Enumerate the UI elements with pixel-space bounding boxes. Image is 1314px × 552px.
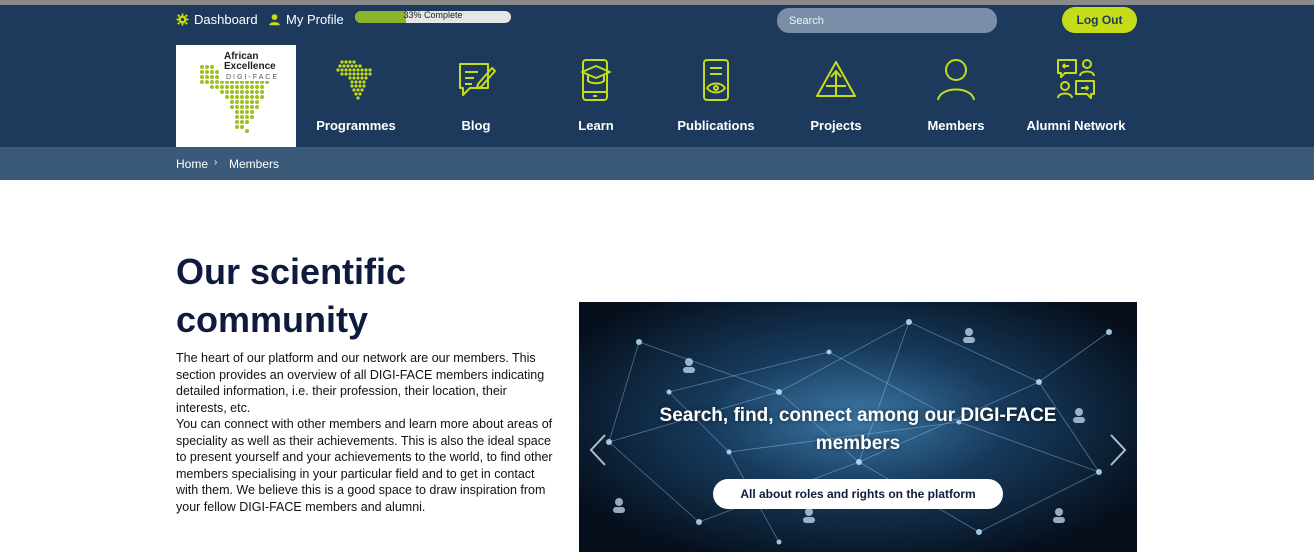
- search-input[interactable]: [777, 8, 997, 33]
- description-paragraph-1: The heart of our platform and our networ…: [176, 351, 545, 415]
- nav-blog-label: Blog: [461, 118, 491, 133]
- nav-members[interactable]: Members: [896, 42, 1016, 147]
- nav-learn[interactable]: Learn: [536, 42, 656, 147]
- roles-rights-button[interactable]: All about roles and rights on the platfo…: [713, 479, 1003, 509]
- logo-text-line2: Excellence: [224, 61, 276, 72]
- dashboard-label: Dashboard: [194, 12, 258, 27]
- breadcrumb-current: Members: [229, 157, 280, 171]
- africa-map-icon: [336, 60, 372, 100]
- user-icon: [269, 14, 280, 26]
- carousel-next-icon[interactable]: [1107, 432, 1129, 468]
- breadcrumb-separator: ›: [214, 157, 218, 168]
- page-title: Our scientific community: [176, 251, 407, 340]
- hero-title: Search, find, connect among our DIGI-FAC…: [659, 405, 1057, 454]
- nav-members-label: Members: [927, 118, 985, 133]
- description-paragraph-2: You can connect with other members and l…: [176, 417, 553, 514]
- nav-publications-label: Publications: [677, 118, 755, 133]
- nav-blog[interactable]: Blog: [416, 42, 536, 147]
- my-profile-label: My Profile: [286, 12, 344, 27]
- logo[interactable]: African Excellence DIGI-FACE: [176, 45, 296, 149]
- gear-icon: [176, 13, 189, 26]
- pyramid-icon: [816, 61, 856, 97]
- nav-programmes[interactable]: Programmes: [296, 42, 416, 147]
- page-description: The heart of our platform and our networ…: [176, 350, 556, 515]
- profile-progress-bar: 33% Complete: [355, 11, 511, 23]
- nav-learn-label: Learn: [578, 118, 614, 133]
- logout-button[interactable]: Log Out: [1062, 7, 1137, 33]
- nav-alumni-network-label: Alumni Network: [1026, 118, 1126, 133]
- top-bar: Dashboard My Profile 33% Complete Log Ou…: [0, 5, 1314, 42]
- progress-text: 33% Complete: [403, 11, 463, 20]
- hero-carousel: Search, find, connect among our DIGI-FAC…: [579, 302, 1137, 552]
- logo-text-line3: DIGI-FACE: [226, 74, 279, 81]
- mobile-graduation-icon: [581, 59, 611, 101]
- person-icon: [937, 59, 975, 101]
- nav-projects-label: Projects: [810, 118, 862, 133]
- document-eye-icon: [703, 59, 729, 101]
- people-exchange-icon: [1057, 59, 1095, 99]
- nav-programmes-label: Programmes: [316, 118, 396, 133]
- carousel-prev-icon[interactable]: [587, 432, 609, 468]
- breadcrumb: Home › Members: [0, 147, 1314, 180]
- dashboard-link[interactable]: Dashboard: [176, 12, 258, 27]
- nav-alumni-network[interactable]: Alumni Network: [1016, 42, 1136, 147]
- page: Dashboard My Profile 33% Complete Log Ou…: [0, 0, 1314, 552]
- my-profile-link[interactable]: My Profile: [268, 12, 344, 27]
- chat-pencil-icon: [459, 63, 496, 96]
- nav-publications[interactable]: Publications: [656, 42, 776, 147]
- main-nav: African Excellence DIGI-FACE Programmes …: [0, 42, 1314, 149]
- breadcrumb-home[interactable]: Home: [176, 157, 208, 171]
- african-excellence-logo: African Excellence DIGI-FACE: [200, 51, 279, 133]
- nav-projects[interactable]: Projects: [776, 42, 896, 147]
